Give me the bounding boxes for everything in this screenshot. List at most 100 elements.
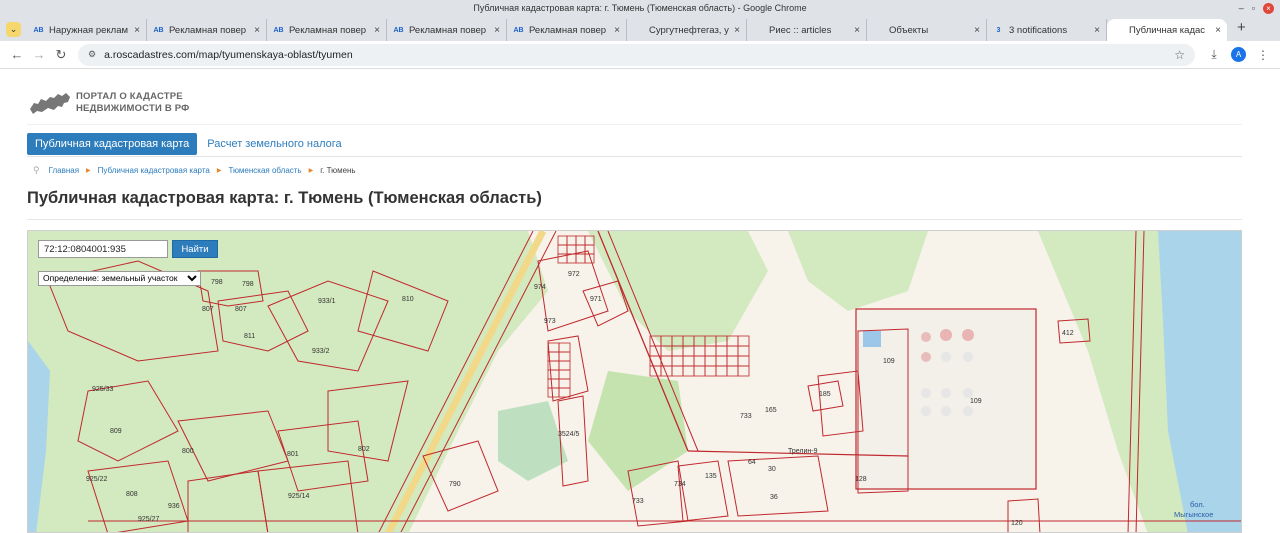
divider: [27, 124, 1242, 125]
tab-close-icon[interactable]: ×: [614, 25, 620, 36]
parcel-number-label: 933/2: [312, 348, 330, 355]
tab-label: Рекламная повер: [289, 24, 367, 36]
tab-close-icon[interactable]: ×: [854, 25, 860, 36]
back-icon[interactable]: ←: [6, 47, 28, 62]
parcel-number-label: 802: [358, 446, 370, 453]
breadcrumb-region[interactable]: Тюменская область: [228, 166, 301, 175]
breadcrumb-map[interactable]: Публичная кадастровая карта: [98, 166, 210, 175]
parcel-number-label: 971: [590, 296, 602, 303]
parcel-number-label: 36: [770, 494, 778, 501]
tab[interactable]: Риес :: articles ×: [747, 19, 867, 41]
tab[interactable]: AB Наружная реклам ×: [27, 19, 147, 41]
logo-line-2: НЕДВИЖИМОСТИ В РФ: [76, 103, 190, 114]
bookmark-star-icon[interactable]: ☆: [1174, 48, 1185, 62]
tab[interactable]: AB Рекламная повер ×: [507, 19, 627, 41]
breadcrumb-home[interactable]: Главная: [49, 166, 79, 175]
site-nav: Публичная кадастровая карта Расчет земел…: [27, 133, 342, 155]
reload-icon[interactable]: ↻: [50, 47, 72, 63]
tab[interactable]: AB Рекламная повер ×: [147, 19, 267, 41]
breadcrumb-arrow-icon: ▶: [86, 168, 91, 174]
tab-label: Рекламная повер: [169, 24, 247, 36]
parcel-number-label: 811: [244, 333, 255, 340]
tab-close-icon[interactable]: ×: [374, 25, 380, 36]
maximize-icon[interactable]: ▫: [1252, 0, 1255, 17]
cadastral-number-input[interactable]: [38, 240, 168, 258]
tab-favicon-icon: 3: [996, 26, 1001, 34]
site-info-icon[interactable]: ⚙: [88, 49, 96, 60]
tab-label: Публичная кадас: [1129, 24, 1206, 36]
window-controls: – ▫ ×: [1239, 0, 1274, 17]
tab-close-icon[interactable]: ×: [1215, 25, 1221, 36]
tab-favicon-icon: AB: [513, 26, 524, 34]
forward-icon[interactable]: →: [28, 47, 50, 62]
tab[interactable]: Объекты ×: [867, 19, 987, 41]
tab-label: 3 notifications: [1009, 24, 1068, 36]
parcel-number-label: 973: [544, 318, 556, 325]
new-tab-icon[interactable]: +: [1237, 19, 1246, 37]
parcel-number-label: 30: [768, 466, 776, 473]
tab-strip: ⌄ AB Наружная реклам × AB Рекламная повер × AB…: [0, 17, 1280, 41]
parcel-number-label: 801: [287, 451, 299, 458]
parcel-number-label: 165: [765, 407, 777, 414]
parcel-number-label: 808: [126, 491, 138, 498]
site-logo[interactable]: ПОРТАЛ О КАДАСТРЕ НЕДВИЖИМОСТИ В РФ: [28, 89, 190, 117]
url-text[interactable]: a.roscadastres.com/map/tyumenskaya-oblas…: [104, 49, 1174, 61]
parcel-number-label: 809: [110, 428, 122, 435]
tab-favicon-icon: AB: [153, 26, 164, 34]
tab-close-icon[interactable]: ×: [1094, 25, 1100, 36]
find-button[interactable]: Найти: [172, 240, 218, 258]
parcel-number-label: 972: [568, 271, 580, 278]
tab-favicon-icon: [633, 25, 644, 36]
minimize-icon[interactable]: –: [1239, 0, 1244, 17]
parcel-number-label: 974: [534, 284, 546, 291]
parcel-number-label: 933/1: [318, 298, 336, 305]
parcel-number-label: 810: [402, 296, 414, 303]
parcel-number-label: 3524/5: [558, 431, 580, 438]
menu-kebab-icon[interactable]: ⋮: [1252, 48, 1274, 62]
tab[interactable]: 3 3 notifications ×: [987, 19, 1107, 41]
download-icon[interactable]: ⤓: [1203, 47, 1225, 62]
parcel-number-label: 925/22: [86, 476, 108, 483]
tab-label: Рекламная повер: [529, 24, 607, 36]
omnibox[interactable]: ⚙ a.roscadastres.com/map/tyumenskaya-obl…: [78, 43, 1195, 66]
russia-map-icon: [30, 93, 70, 114]
tab-close-icon[interactable]: ×: [974, 25, 980, 36]
parcel-number-label: 925/27: [138, 516, 160, 523]
definition-select[interactable]: Определение: земельный участок: [38, 270, 201, 286]
tab-close-icon[interactable]: ×: [254, 25, 260, 36]
parcel-number-label: 925/33: [92, 386, 114, 393]
parcel-number-label: 109: [970, 398, 982, 405]
definition-row: Определение: земельный участок: [38, 268, 201, 286]
tab[interactable]: Публичная кадас ×: [1107, 19, 1227, 41]
page-content: ПОРТАЛ О КАДАСТРЕ НЕДВИЖИМОСТИ В РФ Публ…: [0, 69, 1280, 533]
close-window-icon[interactable]: ×: [1263, 3, 1274, 14]
parcel-number-label: Трелин-9: [788, 448, 818, 455]
tab-favicon-icon: AB: [273, 26, 284, 34]
tab-favicon-icon: [753, 25, 764, 36]
map-canvas[interactable]: 972 974 971 973 798 798 807 807 811 933/1 810 933/2…: [28, 231, 1242, 533]
parcel-number-label: 185: [819, 391, 831, 398]
lake-label-1: бол.: [1190, 500, 1205, 509]
tab-close-icon[interactable]: ×: [134, 25, 140, 36]
tab[interactable]: AB Рекламная повер ×: [267, 19, 387, 41]
breadcrumb: ⚲ Главная ▶ Публичная кадастровая карта …: [33, 165, 356, 176]
location-pin-icon: ⚲: [33, 165, 40, 175]
tab-favicon-icon: [1113, 25, 1124, 36]
parcel-number-label: 925/14: [288, 493, 310, 500]
tab[interactable]: Сургутнефтегаз, у ×: [627, 19, 747, 41]
profile-avatar[interactable]: A: [1231, 47, 1246, 62]
nav-cadastral-map[interactable]: Публичная кадастровая карта: [27, 133, 198, 155]
cadastral-map[interactable]: 972 974 971 973 798 798 807 807 811 933/1 810 933/2…: [27, 230, 1242, 533]
nav-land-tax[interactable]: Расчет земельного налога: [207, 138, 341, 150]
lake-label-2: Мыгынское: [1174, 510, 1213, 519]
tab-label: Объекты: [889, 24, 929, 36]
logo-text: ПОРТАЛ О КАДАСТРЕ НЕДВИЖИМОСТИ В РФ: [76, 91, 190, 115]
window-title: Публичная кадастровая карта: г. Тюмень (…: [473, 3, 807, 13]
tab[interactable]: AB Рекламная повер ×: [387, 19, 507, 41]
parcel-number-label: 128: [855, 476, 867, 483]
tab-close-icon[interactable]: ×: [734, 25, 740, 36]
tab-search-icon[interactable]: ⌄: [6, 22, 21, 37]
tab-close-icon[interactable]: ×: [494, 25, 500, 36]
parcel-number-label: 734: [674, 481, 686, 488]
parcel-number-label: 936: [168, 503, 180, 510]
